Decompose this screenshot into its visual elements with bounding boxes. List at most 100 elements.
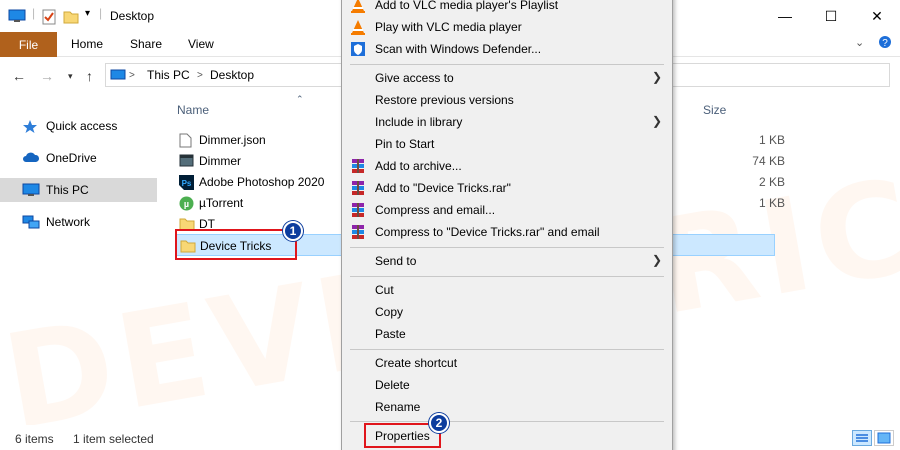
file-size: 1 KB xyxy=(758,196,785,210)
sidebar-item-quick-access[interactable]: Quick access xyxy=(0,114,157,138)
menu-item-create-shortcut[interactable]: Create shortcut xyxy=(342,352,672,374)
winrar-icon xyxy=(350,202,366,218)
menu-item-label: Add to VLC media player's Playlist xyxy=(375,0,559,12)
menu-item-play-with-vlc[interactable]: Play with VLC media player xyxy=(342,16,672,38)
sort-chevron-icon: ⌃ xyxy=(296,94,304,104)
back-arrow-icon[interactable]: ← xyxy=(12,68,26,84)
svg-text:?: ? xyxy=(882,38,888,49)
step-badge-2: 2 xyxy=(429,413,449,433)
menu-item-add-to-archive[interactable]: Add to archive... xyxy=(342,155,672,177)
highlight-box-device-tricks xyxy=(175,229,297,260)
menu-item-label: Send to xyxy=(375,254,417,268)
sidebar-item-onedrive[interactable]: OneDrive xyxy=(0,146,157,170)
breadcrumb-separator: > xyxy=(197,70,203,81)
toolbar-divider: | xyxy=(32,6,36,20)
star-icon xyxy=(22,119,38,137)
tab-home[interactable]: Home xyxy=(71,37,103,51)
breadcrumb-desktop[interactable]: Desktop xyxy=(210,68,254,82)
step-badge-1: 1 xyxy=(283,221,303,241)
file-size: 74 KB xyxy=(752,154,785,168)
submenu-arrow-icon: ❯ xyxy=(651,70,662,84)
menu-item-label: Pin to Start xyxy=(375,137,435,151)
menu-item-restore-versions[interactable]: Restore previous versions xyxy=(342,89,672,111)
network-icon xyxy=(22,215,40,232)
menu-item-label: Include in library xyxy=(375,115,463,129)
maximize-button[interactable]: ☐ xyxy=(808,0,854,32)
menu-item-label: Compress and email... xyxy=(375,203,496,217)
menu-item-give-access[interactable]: Give access to ❯ xyxy=(342,67,672,89)
menu-separator xyxy=(350,276,664,277)
menu-item-label: Copy xyxy=(375,305,404,319)
large-icons-view-button[interactable] xyxy=(874,430,894,446)
new-folder-quick-icon[interactable] xyxy=(63,9,79,28)
help-icon[interactable]: ? xyxy=(878,35,892,52)
file-name: Dimmer xyxy=(199,154,241,168)
menu-item-rename[interactable]: Rename xyxy=(342,396,672,418)
properties-quick-icon[interactable] xyxy=(42,9,56,28)
menu-item-add-to-rar[interactable]: Add to "Device Tricks.rar" xyxy=(342,177,672,199)
menu-item-compress-email[interactable]: Compress and email... xyxy=(342,199,672,221)
menu-item-copy[interactable]: Copy xyxy=(342,301,672,323)
file-name: µTorrent xyxy=(199,196,244,210)
tab-file[interactable]: File xyxy=(0,32,57,57)
menu-item-paste[interactable]: Paste xyxy=(342,323,672,345)
column-header-name[interactable]: Name xyxy=(177,103,209,117)
sidebar-item-this-pc[interactable]: This PC xyxy=(0,178,157,202)
customize-toolbar-icon[interactable]: ▾ xyxy=(85,8,90,19)
breadcrumb-separator: > xyxy=(129,70,135,81)
details-view-button[interactable] xyxy=(852,430,872,446)
defender-icon xyxy=(350,41,366,57)
menu-item-label: Add to archive... xyxy=(375,159,462,173)
menu-separator xyxy=(350,349,664,350)
close-button[interactable]: ✕ xyxy=(854,0,900,32)
menu-item-send-to[interactable]: Send to ❯ xyxy=(342,250,672,272)
winrar-icon xyxy=(350,158,366,174)
vlc-icon xyxy=(350,19,366,35)
recent-locations-icon[interactable]: ▾ xyxy=(68,71,73,82)
file-size: 1 KB xyxy=(758,133,785,147)
menu-item-label: Cut xyxy=(375,283,394,297)
context-menu: Add to VLC media player's Playlist Play … xyxy=(341,0,673,450)
menu-separator xyxy=(350,421,664,422)
chevron-down-icon[interactable]: ⌄ xyxy=(855,36,864,49)
submenu-arrow-icon: ❯ xyxy=(651,114,662,128)
winrar-icon xyxy=(350,224,366,240)
menu-item-compress-rar-email[interactable]: Compress to "Device Tricks.rar" and emai… xyxy=(342,221,672,243)
tab-view[interactable]: View xyxy=(188,37,214,51)
menu-item-label: Create shortcut xyxy=(375,356,458,370)
menu-item-label: Give access to xyxy=(375,71,454,85)
submenu-arrow-icon: ❯ xyxy=(651,253,662,267)
menu-item-include-in-library[interactable]: Include in library ❯ xyxy=(342,111,672,133)
vlc-icon xyxy=(350,0,366,13)
file-name: Adobe Photoshop 2020 xyxy=(199,175,325,189)
svg-text:Ps: Ps xyxy=(182,179,192,188)
toolbar-divider: | xyxy=(99,6,103,20)
sidebar-item-label: Network xyxy=(46,215,91,229)
menu-item-label: Add to "Device Tricks.rar" xyxy=(375,181,511,195)
app-icon xyxy=(179,154,194,170)
menu-item-scan-defender[interactable]: Scan with Windows Defender... xyxy=(342,38,672,60)
menu-separator xyxy=(350,247,664,248)
tab-share[interactable]: Share xyxy=(130,37,162,51)
forward-arrow-icon[interactable]: → xyxy=(40,68,54,84)
sidebar-item-label: OneDrive xyxy=(46,151,97,165)
file-size: 2 KB xyxy=(758,175,785,189)
sidebar-item-label: Quick access xyxy=(46,119,118,133)
selection-count: 1 item selected xyxy=(73,432,154,446)
menu-item-pin-to-start[interactable]: Pin to Start xyxy=(342,133,672,155)
pc-icon xyxy=(22,183,40,200)
document-icon xyxy=(179,133,192,151)
menu-separator xyxy=(350,64,664,65)
column-header-size[interactable]: Size xyxy=(703,103,726,117)
minimize-button[interactable]: — xyxy=(762,0,808,32)
menu-item-label: Delete xyxy=(375,378,410,392)
breadcrumb-this-pc[interactable]: This PC xyxy=(147,68,190,82)
winrar-icon xyxy=(350,180,366,196)
menu-item-cut[interactable]: Cut xyxy=(342,279,672,301)
navigation-pane: Quick access OneDrive This PC Network xyxy=(0,100,160,425)
svg-text:µ: µ xyxy=(184,199,189,209)
sidebar-item-network[interactable]: Network xyxy=(0,210,157,234)
menu-item-delete[interactable]: Delete xyxy=(342,374,672,396)
up-arrow-icon[interactable]: ↑ xyxy=(86,68,93,84)
menu-item-add-to-vlc-playlist[interactable]: Add to VLC media player's Playlist xyxy=(342,0,672,16)
